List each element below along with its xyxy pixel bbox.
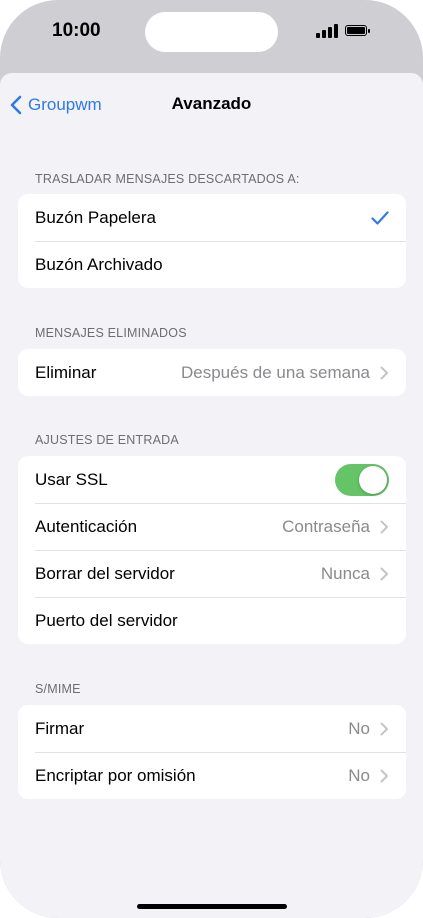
row-delete-after[interactable]: Eliminar Después de una semana — [18, 349, 406, 396]
section-header-smime: S/MIME — [35, 682, 81, 696]
section-header-discarded: TRASLADAR MENSAJES DESCARTADOS A: — [35, 172, 300, 186]
row-value: Después de una semana — [180, 362, 370, 382]
home-indicator[interactable] — [137, 904, 287, 909]
option-trash-mailbox[interactable]: Buzón Papelera — [18, 194, 406, 241]
signal-icon — [316, 24, 340, 38]
status-bar: 10:00 — [0, 0, 423, 62]
phone-frame: 10:00 Groupwm Avanzado TRASLADAR MENSAJE… — [0, 0, 423, 918]
row-label: Buzón Archivado — [35, 254, 163, 274]
battery-cap — [368, 29, 370, 33]
chevron-right-icon — [380, 520, 388, 533]
toggle-knob — [359, 465, 387, 494]
group-discarded: Buzón Papelera Buzón Archivado — [18, 194, 406, 288]
chevron-right-icon — [380, 769, 388, 782]
row-label: Eliminar — [35, 362, 97, 382]
settings-sheet: Groupwm Avanzado TRASLADAR MENSAJES DESC… — [0, 73, 423, 918]
row-label: Firmar — [35, 718, 85, 738]
section-header-deleted: MENSAJES ELIMINADOS — [35, 326, 187, 340]
section-header-incoming: AJUSTES DE ENTRADA — [35, 433, 179, 447]
battery-icon — [345, 25, 367, 36]
row-value: No — [348, 765, 370, 785]
ssl-toggle[interactable] — [335, 463, 389, 496]
status-time: 10:00 — [52, 20, 101, 41]
row-use-ssl: Usar SSL — [18, 456, 406, 503]
row-value: Nunca — [320, 563, 370, 583]
dynamic-island — [145, 12, 278, 52]
navigation-bar: Groupwm Avanzado — [0, 73, 423, 135]
chevron-right-icon — [380, 567, 388, 580]
option-archive-mailbox[interactable]: Buzón Archivado — [18, 241, 406, 288]
group-smime: Firmar No Encriptar por omisión No — [18, 705, 406, 799]
row-authentication[interactable]: Autenticación Contraseña — [18, 503, 406, 550]
row-server-port[interactable]: Puerto del servidor — [18, 597, 406, 644]
checkmark-icon — [371, 210, 389, 225]
row-delete-from-server[interactable]: Borrar del servidor Nunca — [18, 550, 406, 597]
row-label: Autenticación — [35, 516, 138, 536]
row-sign[interactable]: Firmar No — [18, 705, 406, 752]
row-label: Usar SSL — [35, 469, 108, 489]
row-encrypt-by-default[interactable]: Encriptar por omisión No — [18, 752, 406, 799]
row-label: Borrar del servidor — [35, 563, 175, 583]
row-label: Puerto del servidor — [35, 610, 178, 630]
row-value: Contraseña — [282, 516, 370, 536]
group-deleted: Eliminar Después de una semana — [18, 349, 406, 396]
chevron-right-icon — [380, 722, 388, 735]
row-label: Buzón Papelera — [35, 207, 156, 227]
chevron-right-icon — [380, 366, 388, 379]
page-title: Avanzado — [171, 94, 252, 113]
row-value: No — [348, 718, 370, 738]
row-label: Encriptar por omisión — [35, 765, 196, 785]
group-incoming: Usar SSL Autenticación Contraseña Borrar… — [18, 456, 406, 644]
